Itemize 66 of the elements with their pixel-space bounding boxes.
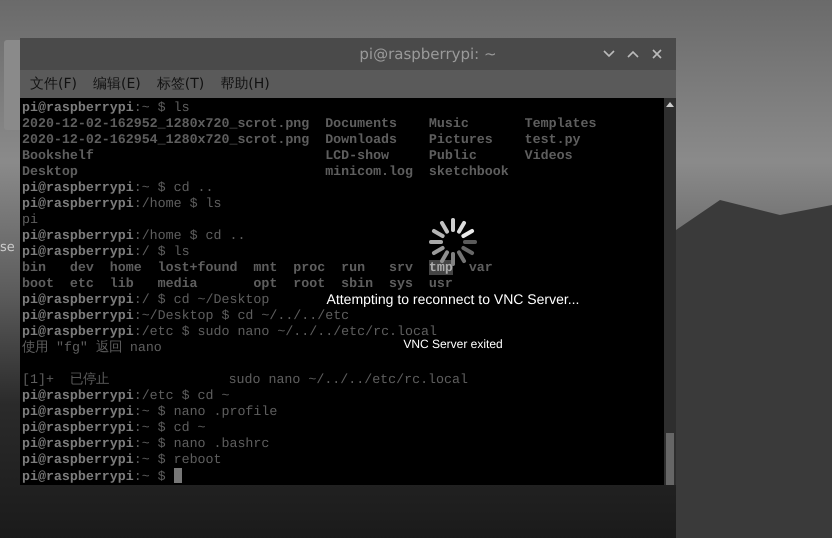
text-cursor [174,468,182,483]
file-name: Downloads [325,132,398,147]
scrollbar[interactable] [664,98,676,485]
file-name: Pictures [428,132,493,147]
window-title: pi@raspberrypi: ~ [358,45,498,63]
file-name: lib [110,276,134,291]
file-name: home [110,260,142,275]
terminal-line: pi@raspberrypi:~ $ cd .. [22,180,214,196]
file-name: sketchbook [428,164,509,179]
file-name: 2020-12-02-162954_1280x720_scrot.png [22,132,310,147]
terminal-line: pi [22,212,38,228]
reconnect-message: Attempting to reconnect to VNC Server... [326,291,580,307]
menu-item[interactable]: 帮助(H) [212,73,278,95]
file-name: boot [22,276,54,291]
file-name: var [468,260,493,275]
file-name: Music [428,116,469,131]
file-name: minicom.log [325,164,413,179]
file-name: sys [389,276,413,291]
file-name: test.py [524,132,581,147]
terminal-line: pi@raspberrypi:/ $ ls [22,244,190,260]
file-name: etc [70,276,94,291]
terminal-line: pi@raspberrypi:~ $ reboot [22,452,222,468]
terminal-line: pi@raspberrypi:~ $ cd ~ [22,420,206,436]
terminal-line: pi@raspberrypi:/etc $ cd ~ [22,388,230,404]
terminal-line: pi@raspberrypi:/ $ cd ~/Desktop [22,292,270,308]
terminal-line: pi@raspberrypi:~ $ ls [22,100,190,116]
file-name: Templates [524,116,596,131]
terminal-line: 使用 "fg" 返回 nano [22,340,162,356]
terminal-line: pi@raspberrypi:/home $ ls [22,196,222,212]
terminal-line: [1]+ 已停止 sudo nano ~/../../etc/rc.local [22,372,468,388]
terminal-line: pi@raspberrypi:~ $ [22,469,167,484]
file-name: run [341,260,366,275]
file-name: Public [428,148,477,163]
file-name: srv [389,260,413,275]
chevron-down-icon [603,50,615,58]
terminal-line: pi@raspberrypi:~ $ nano .profile [22,404,278,420]
file-name: Desktop [22,164,78,179]
status-detail: VNC Server exited [402,337,504,351]
scroll-up-icon [666,101,674,109]
scrollbar-thumb[interactable] [666,433,674,485]
file-name: tmp [428,260,453,275]
file-name: dev [70,260,94,275]
terminal-line: pi@raspberrypi:~/Desktop $ cd ~/../../etc [22,308,350,324]
file-name: opt [253,276,278,291]
file-name: proc [293,260,326,275]
file-name: Videos [524,148,573,163]
file-name: Bookshelf [22,148,94,163]
desktop-icon-label: se [0,240,15,255]
terminal-line: pi@raspberrypi:/home $ cd .. [22,228,246,244]
file-name: sbin [341,276,374,291]
file-name: Documents [325,116,398,131]
menu-item[interactable]: 标签(T) [148,73,212,95]
file-name: bin [22,260,46,275]
menu-item[interactable]: 文件(F) [22,73,85,95]
file-name: media [158,276,198,291]
terminal-line: pi@raspberrypi:~ $ nano .bashrc [22,436,270,452]
chevron-up-icon [627,50,639,58]
file-name: usr [428,276,453,291]
terminal-line: pi@raspberrypi:/etc $ sudo nano ~/../../etc/rc.local [22,324,437,340]
file-name: 2020-12-02-162952_1280x720_scrot.png [22,116,310,131]
close-icon [652,49,662,59]
file-name: mnt [253,260,278,275]
file-name: lost+found [158,260,238,275]
file-name: LCD-show [325,148,390,163]
menu-item[interactable]: 编辑(E) [84,73,149,95]
file-name: root [293,276,326,291]
